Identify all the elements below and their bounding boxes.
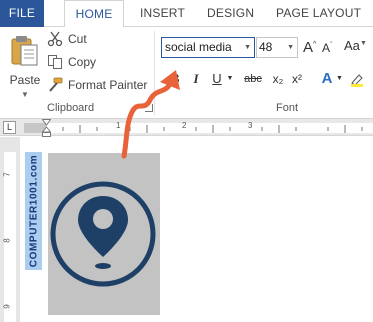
pointer-arrow-icon — [121, 70, 180, 159]
grow-font-glyph: A — [303, 39, 314, 56]
copy-button[interactable]: Copy — [47, 53, 96, 71]
chevron-down-icon[interactable]: ▼ — [287, 38, 294, 57]
font-size-value: 48 — [259, 40, 273, 54]
shape-box[interactable] — [48, 153, 160, 315]
paintbrush-icon — [49, 77, 63, 92]
cut-label: Cut — [68, 32, 87, 46]
highlighter-icon — [351, 74, 363, 87]
copy-icon — [48, 55, 62, 69]
strikethrough-button[interactable]: abc — [242, 69, 264, 89]
change-case-dropdown-icon[interactable]: ▼ — [360, 40, 367, 47]
vertical-text-box[interactable]: COMPUTER1001.com — [25, 152, 42, 270]
text-effects-dropdown-icon[interactable]: ▼ — [336, 69, 343, 89]
grow-font-button[interactable]: A^ — [303, 39, 316, 56]
cut-button[interactable]: Cut — [47, 30, 87, 48]
location-pin-icon — [50, 181, 156, 287]
vertical-ruler-area — [4, 152, 16, 322]
paste-dropdown-icon[interactable]: ▼ — [21, 90, 29, 99]
paste-label: Paste — [9, 73, 41, 87]
scissors-icon — [47, 31, 63, 47]
font-name-value: social media — [165, 40, 232, 54]
copy-label: Copy — [68, 55, 97, 69]
tab-selector[interactable]: L — [3, 121, 16, 134]
font-group-label: Font — [276, 102, 299, 114]
ruler-ticks — [62, 125, 363, 133]
tab-design[interactable]: DESIGN — [207, 0, 254, 27]
tab-home[interactable]: HOME — [64, 0, 124, 28]
chevron-down-icon[interactable]: ▼ — [244, 38, 251, 57]
vertical-ruler-mark: 7 — [2, 172, 12, 177]
vertical-ruler-mark: 9 — [2, 304, 12, 309]
shrink-font-button[interactable]: Aˇ — [322, 41, 332, 55]
tab-file[interactable]: FILE — [0, 0, 44, 27]
tab-page-layout[interactable]: PAGE LAYOUT — [276, 0, 361, 27]
highlight-color-button[interactable] — [348, 69, 366, 89]
underline-button[interactable]: U — [210, 69, 224, 89]
font-size-combobox[interactable]: 48 ▼ — [256, 37, 298, 58]
superscript-button[interactable]: x² — [289, 69, 305, 89]
vertical-text: COMPUTER1001.com — [28, 154, 39, 268]
vertical-ruler-mark: 8 — [2, 238, 12, 243]
tab-insert[interactable]: INSERT — [140, 0, 185, 27]
paste-icon — [11, 36, 38, 66]
shrink-font-glyph: A — [322, 41, 331, 55]
subscript-button[interactable]: x₂ — [270, 69, 286, 89]
text-effects-button[interactable]: A — [319, 69, 335, 89]
clipboard-group-label: Clipboard — [47, 102, 95, 114]
change-case-button[interactable]: Aa — [344, 38, 360, 53]
ribbon-tab-bar: FILE HOME INSERT DESIGN PAGE LAYOUT — [0, 0, 373, 28]
font-name-combobox[interactable]: social media ▼ — [161, 37, 255, 58]
underline-dropdown-icon[interactable]: ▼ — [226, 69, 234, 89]
paste-button[interactable]: Paste ▼ — [5, 33, 45, 99]
